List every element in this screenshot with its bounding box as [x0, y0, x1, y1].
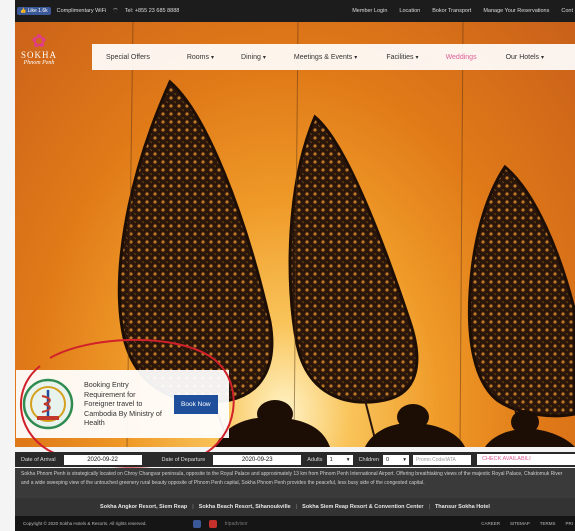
wifi-icon: ⌔ [112, 7, 119, 15]
lotus-icon: ✿ [31, 31, 47, 51]
departure-label: Date of Departure [161, 456, 206, 463]
resort-link[interactable]: Sokha Siem Reap Resort & Convention Cent… [302, 504, 423, 510]
member-login-link[interactable]: Member Login [352, 8, 387, 14]
footer-links: CAREER SITEMAP TERMS PRI [481, 521, 575, 526]
copyright-text: Copyright © 2020 Sokha Hotels & Resorts.… [23, 521, 147, 526]
resort-link[interactable]: Sokha Angkor Resort, Siem Reap [100, 504, 187, 510]
top-links: Member Login Location Bokor Transport Ma… [352, 8, 575, 14]
main-nav: Special Offers Rooms ▾ Dining ▾ Meetings &… [92, 44, 575, 70]
check-availability-button[interactable]: CHECK AVAILABILI [477, 454, 575, 465]
facebook-like-button[interactable]: 👍 Like 1.6k [17, 7, 51, 15]
wifi-label: Complimentary WiFi [56, 8, 107, 14]
nav-facilities[interactable]: Facilities ▾ [386, 54, 418, 61]
chevron-down-icon: ▾ [541, 54, 545, 61]
children-label: Children [358, 456, 380, 463]
nav-special-offers[interactable]: Special Offers [106, 54, 150, 61]
nav-rooms[interactable]: Rooms ▾ [187, 54, 214, 61]
children-select[interactable]: 0 ▾ [383, 454, 410, 465]
terms-link[interactable]: TERMS [540, 521, 556, 526]
chevron-down-icon: ▾ [346, 456, 350, 463]
facebook-icon[interactable] [192, 519, 201, 528]
separator: | [192, 504, 194, 510]
adults-select[interactable]: 1 ▾ [326, 454, 353, 465]
sokha-logo[interactable]: ✿ SOKHA Phnom Penh [17, 32, 61, 66]
tripadvisor-icon[interactable]: tripadvisor [225, 521, 248, 527]
footer: Copyright © 2020 Sokha Hotels & Resorts.… [15, 516, 575, 531]
nav-weddings[interactable]: Weddings [446, 54, 477, 61]
chevron-down-icon: ▾ [415, 54, 419, 61]
youtube-icon[interactable] [208, 519, 217, 528]
resort-link[interactable]: Sokha Beach Resort, Sihanoukville [199, 504, 291, 510]
promo-code-input[interactable]: Promo Code/IATA [413, 454, 472, 465]
arrival-date-input[interactable]: 2020-09-22 [63, 454, 142, 465]
nav-our-hotels[interactable]: Our Hotels ▾ [506, 54, 544, 61]
booking-bar: Date of Arrival 2020-09-22 Date of Depar… [15, 452, 575, 467]
nav-meetings-events[interactable]: Meetings & Events ▾ [294, 54, 357, 61]
arrival-label: Date of Arrival [21, 456, 56, 463]
separator: | [295, 504, 298, 510]
departure-date-input[interactable]: 2020-09-23 [213, 454, 302, 465]
top-bar: 👍 Like 1.6k Complimentary WiFi ⌔ Tel: +8… [15, 0, 575, 22]
manage-reservations-link[interactable]: Manage Your Reservations [483, 8, 549, 14]
contact-link[interactable]: Cont [561, 8, 573, 14]
social-links: tripadvisor [192, 519, 248, 528]
chevron-down-icon: ▾ [354, 54, 358, 61]
resort-link[interactable]: Thansur Sokha Hotel [435, 504, 490, 510]
red-circle-annotation [19, 338, 235, 468]
chevron-down-icon: ▾ [262, 54, 266, 61]
career-link[interactable]: CAREER [481, 521, 500, 526]
location-link[interactable]: Location [399, 8, 420, 14]
bokor-transport-link[interactable]: Bokor Transport [432, 8, 471, 14]
resort-links: Sokha Angkor Resort, Siem Reap | Sokha B… [15, 498, 575, 516]
chevron-down-icon: ▾ [211, 54, 215, 61]
sitemap-link[interactable]: SITEMAP [510, 521, 530, 526]
separator: | [428, 504, 430, 510]
adults-label: Adults [307, 456, 323, 463]
phone-number: Tel: +855 23 685 8888 [124, 8, 180, 14]
logo-name: SOKHA [20, 50, 57, 60]
chevron-down-icon: ▾ [403, 456, 407, 463]
hotel-description: Sokha Phnom Penh is strategically locate… [15, 468, 575, 498]
privacy-link[interactable]: PRI [565, 521, 573, 526]
nav-dining[interactable]: Dining ▾ [241, 54, 266, 61]
logo-subtitle: Phnom Penh [23, 60, 55, 66]
